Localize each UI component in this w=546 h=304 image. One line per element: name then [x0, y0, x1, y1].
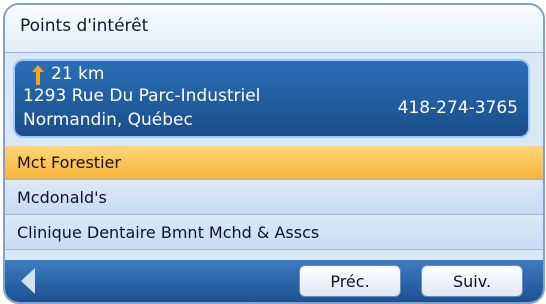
up-arrow-icon — [32, 65, 44, 85]
next-button[interactable]: Suiv. — [421, 265, 523, 297]
list-item[interactable]: Mcdonald's — [5, 181, 543, 215]
poi-screen: Points d'intérêt 21 km 1293 Rue Du Parc-… — [3, 3, 545, 304]
header-bar: Points d'intérêt — [5, 5, 543, 53]
back-button[interactable] — [15, 265, 45, 297]
phone-number: 418-274-3765 — [397, 98, 518, 118]
previous-button[interactable]: Préc. — [299, 265, 401, 297]
address-line-1: 1293 Rue Du Parc-Industriel — [23, 86, 261, 106]
list-item[interactable]: Mct Forestier — [5, 146, 543, 180]
distance-label: 21 km — [51, 64, 105, 84]
selected-poi-info-panel[interactable]: 21 km 1293 Rue Du Parc-Industriel Norman… — [13, 59, 530, 138]
address-line-2: Normandin, Québec — [23, 110, 193, 130]
list-item[interactable]: Clinique Dentaire Bmnt Mchd & Asscs — [5, 216, 543, 250]
footer-bar: Préc. Suiv. — [5, 260, 543, 302]
page-title: Points d'intérêt — [20, 16, 149, 36]
left-triangle-icon — [21, 268, 35, 294]
